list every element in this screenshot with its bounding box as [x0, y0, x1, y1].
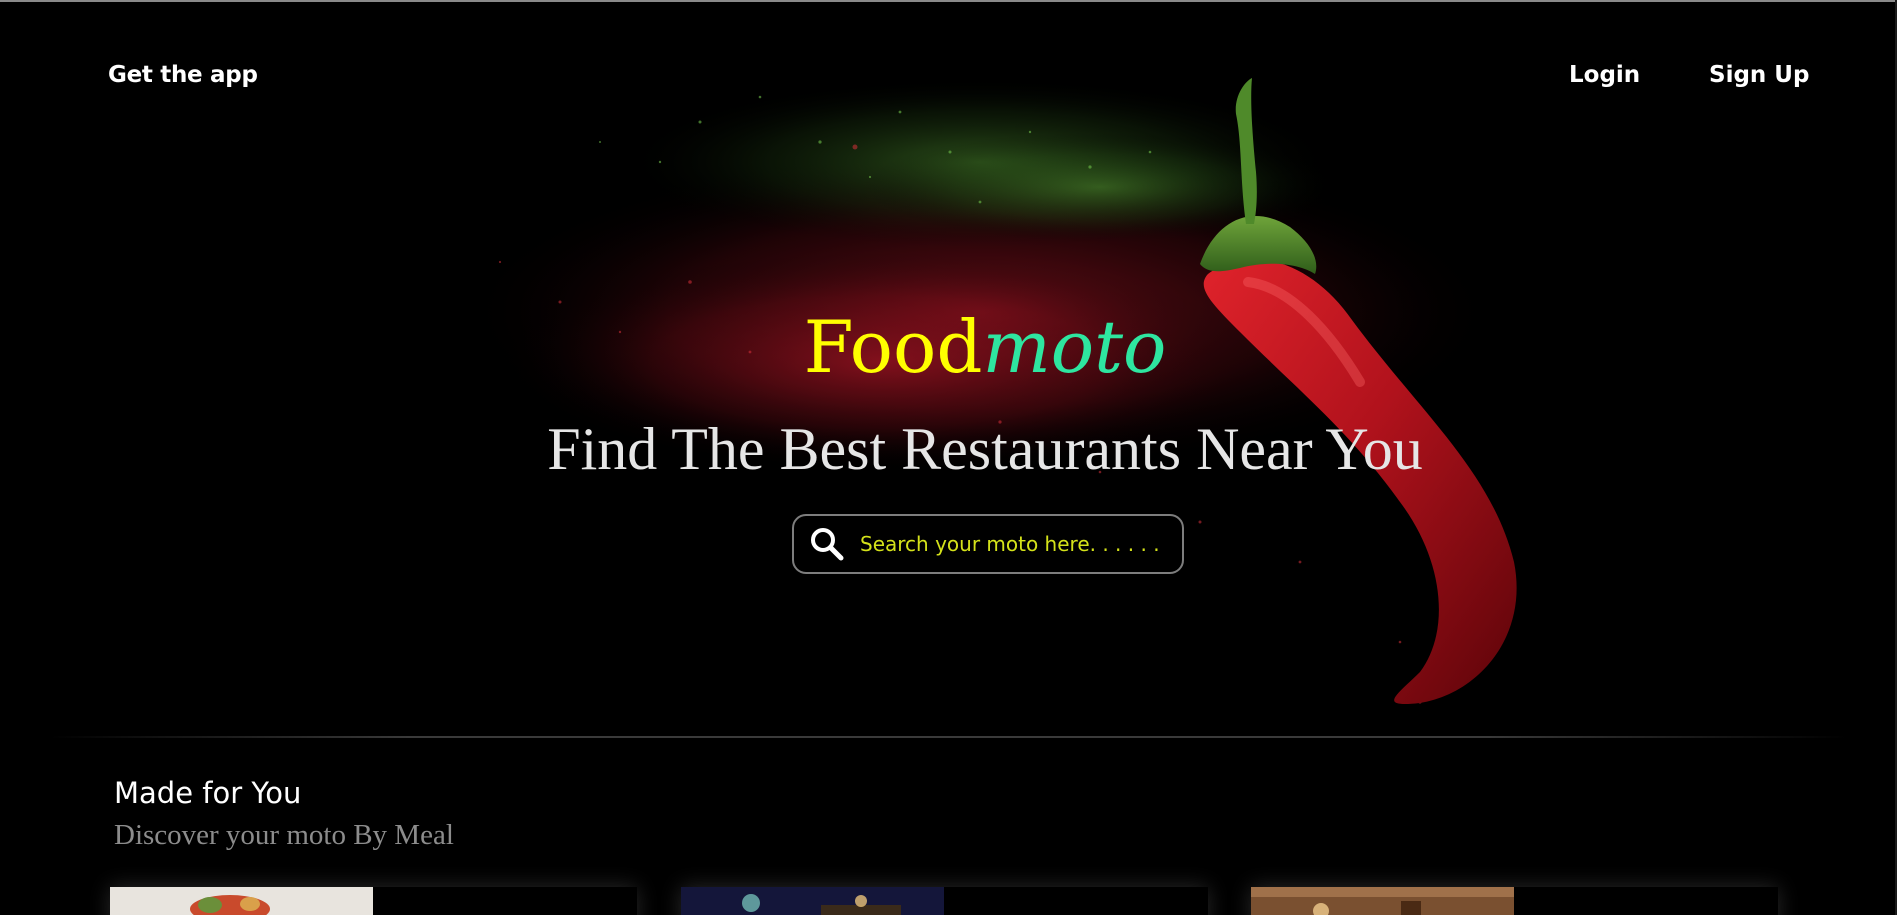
- page: Get the app Login Sign Up Foodmoto Find …: [0, 0, 1897, 915]
- brand-logo: Foodmoto: [0, 307, 1897, 387]
- get-the-app-link[interactable]: Get the app: [108, 62, 258, 88]
- made-for-you-subtitle: Discover your moto By Meal: [114, 819, 454, 851]
- sign-up-link[interactable]: Sign Up: [1709, 62, 1809, 88]
- restaurant-night-image: [681, 887, 944, 915]
- brand-food-text: Food: [803, 305, 983, 389]
- meal-card[interactable]: [110, 887, 637, 915]
- section-divider: [50, 736, 1847, 738]
- salad-dish-image: [110, 887, 373, 915]
- dining-table-image: [1251, 887, 1514, 915]
- search-input[interactable]: [852, 519, 1182, 569]
- made-for-you-title: Made for You: [114, 776, 302, 810]
- hero-section: Get the app Login Sign Up Foodmoto Find …: [0, 2, 1897, 738]
- login-link[interactable]: Login: [1569, 62, 1640, 88]
- brand-moto-text: moto: [982, 305, 1167, 389]
- meal-card[interactable]: [1251, 887, 1778, 915]
- meal-card[interactable]: [681, 887, 1208, 915]
- hero-tagline: Find The Best Restaurants Near You: [547, 416, 1423, 482]
- search-icon[interactable]: [802, 516, 852, 572]
- search-bar: [792, 514, 1184, 574]
